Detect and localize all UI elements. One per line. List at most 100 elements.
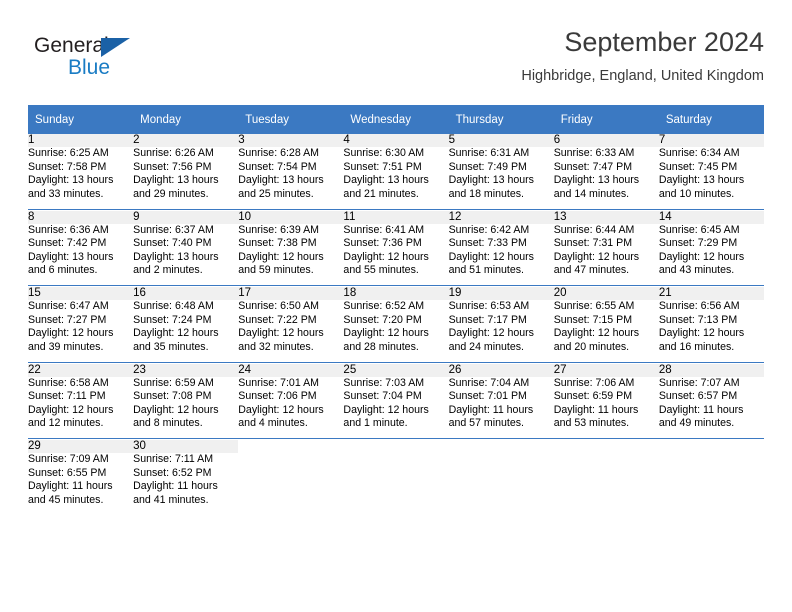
day-number[interactable]: 7 bbox=[658, 134, 764, 147]
sunrise-text: Sunrise: 6:28 AM bbox=[238, 147, 319, 159]
daylight-line2: and 47 minutes. bbox=[553, 264, 630, 277]
day-cell[interactable]: Sunrise: 6:44 AM Sunset: 7:31 PM Dayligh… bbox=[554, 224, 659, 286]
day-number[interactable]: 2 bbox=[133, 134, 239, 147]
day-number[interactable]: 3 bbox=[238, 134, 344, 147]
day-cell[interactable]: Sunrise: 7:11 AM Sunset: 6:52 PM Dayligh… bbox=[133, 453, 238, 515]
day-cell[interactable]: Sunrise: 6:37 AM Sunset: 7:40 PM Dayligh… bbox=[133, 224, 238, 286]
day-cell[interactable]: Sunrise: 6:28 AM Sunset: 7:54 PM Dayligh… bbox=[238, 147, 343, 209]
day-cell[interactable]: Sunrise: 6:41 AM Sunset: 7:36 PM Dayligh… bbox=[343, 224, 448, 286]
day-number[interactable]: 24 bbox=[238, 363, 344, 377]
daylight-line2: and 59 minutes. bbox=[238, 264, 314, 277]
sunset-text: Sunset: 7:22 PM bbox=[238, 313, 317, 326]
daylight-line2: and 14 minutes. bbox=[553, 187, 630, 200]
daylight-line2: and 53 minutes. bbox=[553, 417, 630, 430]
day-number[interactable]: 25 bbox=[343, 363, 449, 377]
logo-text-general: General bbox=[34, 34, 109, 57]
daylight-line2: and 39 minutes. bbox=[28, 340, 104, 353]
day-number[interactable]: 30 bbox=[133, 440, 239, 453]
day-number[interactable]: 29 bbox=[28, 440, 134, 453]
sunset-text: Sunset: 7:11 PM bbox=[28, 390, 106, 403]
day-number[interactable]: 10 bbox=[238, 210, 344, 224]
day-cell[interactable]: Sunrise: 6:48 AM Sunset: 7:24 PM Dayligh… bbox=[133, 300, 238, 362]
week-detail-row: Sunrise: 6:36 AM Sunset: 7:42 PM Dayligh… bbox=[28, 224, 764, 286]
day-cell[interactable]: Sunrise: 6:33 AM Sunset: 7:47 PM Dayligh… bbox=[554, 147, 659, 209]
week-detail-row: Sunrise: 6:25 AM Sunset: 7:58 PM Dayligh… bbox=[28, 147, 764, 209]
day-cell-empty bbox=[554, 453, 659, 515]
sunset-text: Sunset: 7:54 PM bbox=[238, 160, 317, 173]
sunset-text: Sunset: 7:51 PM bbox=[343, 160, 422, 173]
day-number[interactable]: 8 bbox=[28, 210, 134, 224]
day-number[interactable]: 11 bbox=[343, 210, 449, 224]
day-cell[interactable]: Sunrise: 7:07 AM Sunset: 6:57 PM Dayligh… bbox=[659, 377, 764, 439]
weekday-header-monday: Monday bbox=[133, 105, 239, 134]
day-number[interactable]: 28 bbox=[658, 363, 764, 377]
day-number[interactable]: 22 bbox=[28, 363, 134, 377]
day-cell[interactable]: Sunrise: 6:52 AM Sunset: 7:20 PM Dayligh… bbox=[343, 300, 448, 362]
day-number[interactable]: 6 bbox=[553, 134, 659, 147]
day-cell[interactable]: Sunrise: 6:26 AM Sunset: 7:56 PM Dayligh… bbox=[133, 147, 238, 209]
day-cell[interactable]: Sunrise: 7:01 AM Sunset: 7:06 PM Dayligh… bbox=[238, 377, 343, 439]
day-number[interactable]: 1 bbox=[28, 134, 134, 147]
day-number[interactable]: 15 bbox=[28, 287, 134, 300]
day-cell[interactable]: Sunrise: 6:55 AM Sunset: 7:15 PM Dayligh… bbox=[554, 300, 659, 362]
sunrise-text: Sunrise: 7:07 AM bbox=[658, 376, 740, 389]
daylight-line1: Daylight: 13 hours bbox=[658, 174, 745, 187]
daylight-line1: Daylight: 12 hours bbox=[658, 250, 745, 263]
day-number[interactable]: 16 bbox=[133, 287, 239, 300]
day-cell[interactable]: Sunrise: 7:06 AM Sunset: 6:59 PM Dayligh… bbox=[554, 377, 659, 439]
day-cell[interactable]: Sunrise: 6:50 AM Sunset: 7:22 PM Dayligh… bbox=[238, 300, 343, 362]
day-number[interactable]: 19 bbox=[448, 287, 554, 300]
day-number[interactable]: 13 bbox=[553, 210, 659, 224]
day-number[interactable]: 5 bbox=[448, 134, 554, 147]
day-number[interactable]: 27 bbox=[553, 363, 659, 377]
day-cell[interactable]: Sunrise: 7:03 AM Sunset: 7:04 PM Dayligh… bbox=[343, 377, 448, 439]
day-number[interactable]: 21 bbox=[658, 287, 764, 300]
day-cell[interactable]: Sunrise: 6:25 AM Sunset: 7:58 PM Dayligh… bbox=[28, 147, 133, 209]
sunrise-text: Sunrise: 6:42 AM bbox=[448, 223, 530, 236]
day-cell[interactable]: Sunrise: 7:09 AM Sunset: 6:55 PM Dayligh… bbox=[28, 453, 133, 515]
sunrise-text: Sunrise: 6:50 AM bbox=[238, 300, 319, 312]
daylight-line1: Daylight: 12 hours bbox=[448, 327, 534, 340]
day-cell[interactable]: Sunrise: 6:47 AM Sunset: 7:27 PM Dayligh… bbox=[28, 300, 133, 362]
daylight-line2: and 20 minutes. bbox=[553, 340, 630, 353]
day-number-empty bbox=[448, 440, 554, 453]
daylight-line1: Daylight: 12 hours bbox=[238, 250, 324, 263]
day-cell[interactable]: Sunrise: 6:58 AM Sunset: 7:11 PM Dayligh… bbox=[28, 377, 133, 439]
sunset-text: Sunset: 6:52 PM bbox=[133, 466, 212, 479]
sunset-text: Sunset: 7:13 PM bbox=[658, 313, 738, 326]
day-number[interactable]: 14 bbox=[658, 210, 764, 224]
day-number[interactable]: 12 bbox=[448, 210, 554, 224]
generalblue-logo[interactable]: General Blue bbox=[34, 34, 174, 90]
daylight-line1: Daylight: 12 hours bbox=[133, 403, 219, 416]
daylight-line1: Daylight: 13 hours bbox=[553, 174, 640, 187]
day-cell[interactable]: Sunrise: 6:45 AM Sunset: 7:29 PM Dayligh… bbox=[659, 224, 764, 286]
day-cell[interactable]: Sunrise: 6:31 AM Sunset: 7:49 PM Dayligh… bbox=[449, 147, 554, 209]
weekday-header-friday: Friday bbox=[553, 105, 659, 134]
day-number[interactable]: 20 bbox=[553, 287, 659, 300]
day-cell[interactable]: Sunrise: 6:36 AM Sunset: 7:42 PM Dayligh… bbox=[28, 224, 133, 286]
day-cell-empty bbox=[238, 453, 343, 515]
day-number[interactable]: 17 bbox=[238, 287, 344, 300]
sunset-text: Sunset: 7:36 PM bbox=[343, 237, 422, 250]
day-number[interactable]: 9 bbox=[133, 210, 239, 224]
day-cell[interactable]: Sunrise: 6:30 AM Sunset: 7:51 PM Dayligh… bbox=[343, 147, 448, 209]
day-number[interactable]: 4 bbox=[343, 134, 449, 147]
day-cell[interactable]: Sunrise: 6:53 AM Sunset: 7:17 PM Dayligh… bbox=[449, 300, 554, 362]
sunset-text: Sunset: 7:06 PM bbox=[238, 390, 317, 403]
day-cell[interactable]: Sunrise: 7:04 AM Sunset: 7:01 PM Dayligh… bbox=[449, 377, 554, 439]
day-number[interactable]: 18 bbox=[343, 287, 449, 300]
sunrise-text: Sunrise: 6:55 AM bbox=[553, 300, 635, 312]
day-cell[interactable]: Sunrise: 6:42 AM Sunset: 7:33 PM Dayligh… bbox=[449, 224, 554, 286]
sunrise-text: Sunrise: 6:56 AM bbox=[658, 300, 740, 312]
day-cell[interactable]: Sunrise: 6:39 AM Sunset: 7:38 PM Dayligh… bbox=[238, 224, 343, 286]
day-cell[interactable]: Sunrise: 6:56 AM Sunset: 7:13 PM Dayligh… bbox=[659, 300, 764, 362]
day-cell[interactable]: Sunrise: 6:34 AM Sunset: 7:45 PM Dayligh… bbox=[659, 147, 764, 209]
daylight-line1: Daylight: 13 hours bbox=[28, 250, 114, 263]
sunset-text: Sunset: 6:57 PM bbox=[658, 390, 738, 403]
day-number[interactable]: 26 bbox=[448, 363, 554, 377]
logo-triangle-icon bbox=[101, 38, 130, 57]
daylight-line2: and 43 minutes. bbox=[658, 264, 735, 277]
day-cell[interactable]: Sunrise: 6:59 AM Sunset: 7:08 PM Dayligh… bbox=[133, 377, 238, 439]
day-cell-empty bbox=[343, 453, 448, 515]
day-number[interactable]: 23 bbox=[133, 363, 239, 377]
